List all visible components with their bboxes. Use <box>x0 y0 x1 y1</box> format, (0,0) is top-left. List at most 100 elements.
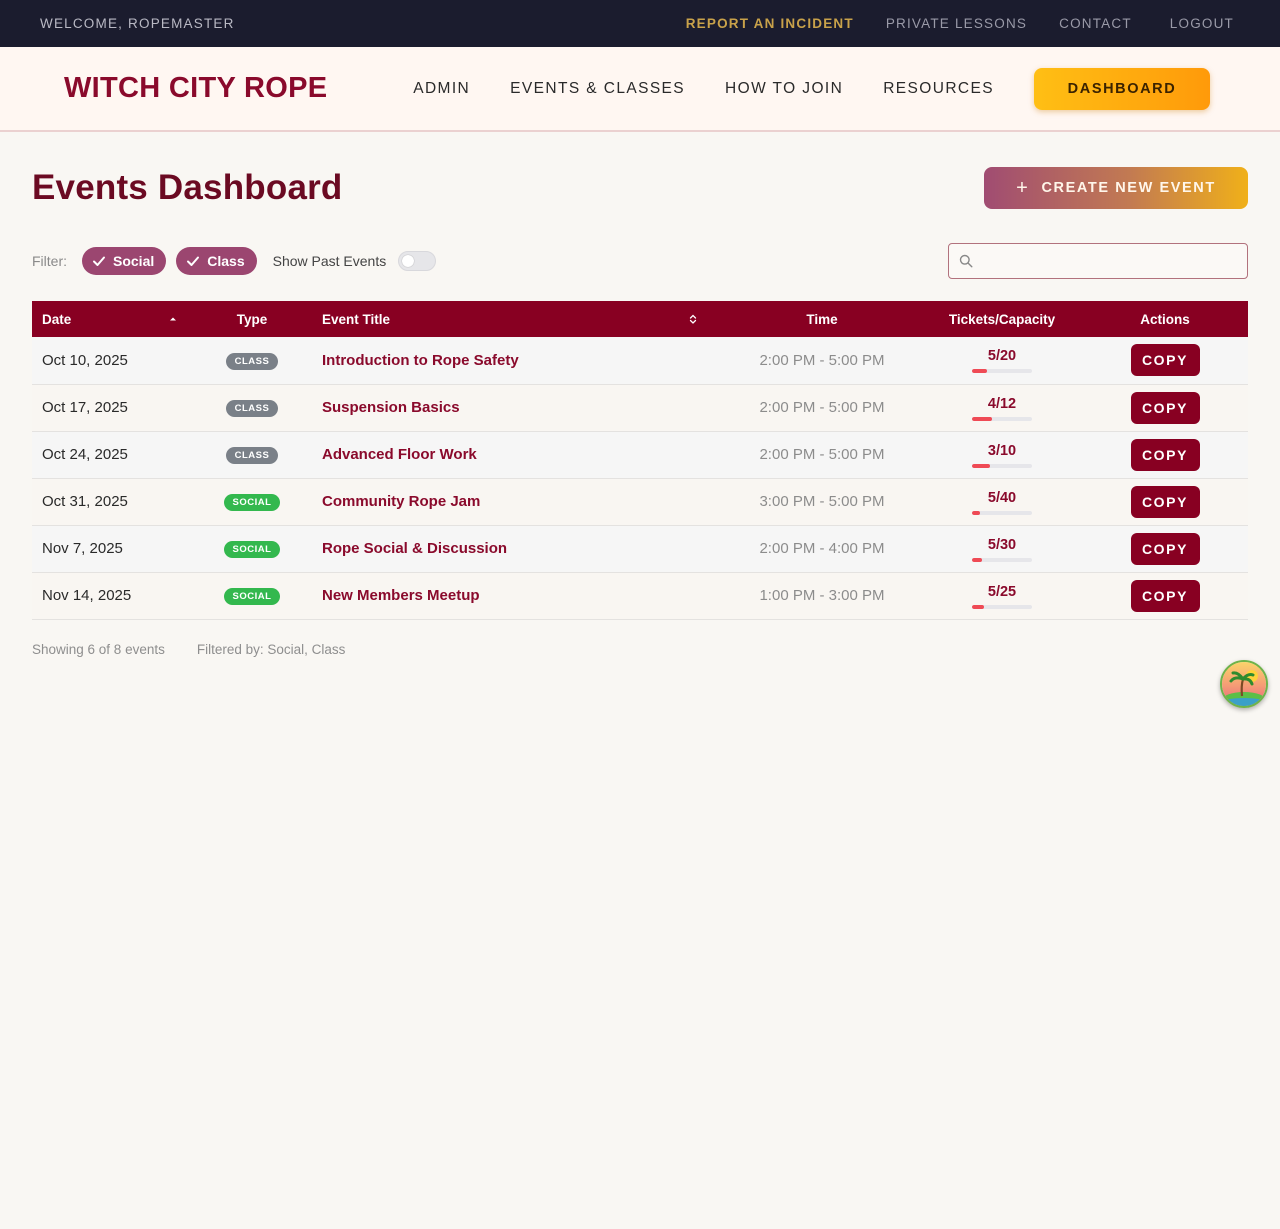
page-title: Events Dashboard <box>32 168 343 207</box>
event-date: Nov 14, 2025 <box>42 587 132 604</box>
filtered-by: Filtered by: Social, Class <box>196 641 346 657</box>
event-time: 2:00 PM - 5:00 PM <box>759 399 885 416</box>
column-header-type: Type <box>192 301 312 337</box>
logout-link[interactable]: LOGOUT <box>1170 16 1234 31</box>
capacity-bar <box>972 510 1032 515</box>
column-header-label: Event Title <box>322 311 391 327</box>
event-time: 1:00 PM - 3:00 PM <box>759 587 885 604</box>
table-row: Nov 14, 2025 SOCIAL New Members Meetup 1… <box>32 572 1248 619</box>
ticket-count: 4/12 <box>987 395 1017 412</box>
ticket-count: 5/20 <box>987 348 1017 365</box>
column-header-label: Type <box>236 311 268 327</box>
copy-event-button[interactable]: COPY <box>1130 391 1200 424</box>
copy-event-button[interactable]: COPY <box>1130 485 1200 518</box>
ticket-count: 5/30 <box>987 536 1017 553</box>
brand-logo[interactable]: WITCH CITY ROPE <box>64 72 413 105</box>
nav-menu: ADMIN EVENTS & CLASSES HOW TO JOIN RESOU… <box>413 67 1210 110</box>
sort-unsorted-icon[interactable] <box>688 313 698 325</box>
capacity-bar <box>972 369 1032 374</box>
table-row: Oct 31, 2025 SOCIAL Community Rope Jam 3… <box>32 478 1248 525</box>
filter-label: Filter: <box>32 253 67 269</box>
table-row: Oct 17, 2025 CLASS Suspension Basics 2:0… <box>32 384 1248 431</box>
column-header-label: Tickets/Capacity <box>948 311 1056 327</box>
nav-item-admin[interactable]: ADMIN <box>413 80 470 98</box>
copy-event-button[interactable]: COPY <box>1130 532 1200 565</box>
dashboard-button[interactable]: DASHBOARD <box>1034 67 1210 110</box>
contact-link[interactable]: CONTACT <box>1059 16 1132 31</box>
nav-item-how-to-join[interactable]: HOW TO JOIN <box>725 80 843 98</box>
create-new-event-button[interactable]: + CREATE NEW EVENT <box>984 167 1248 209</box>
filter-chip-label: Social <box>113 253 155 269</box>
showing-count: Showing 6 of 8 events <box>32 641 165 657</box>
event-title-link[interactable]: Rope Social & Discussion <box>322 540 507 557</box>
event-date: Oct 17, 2025 <box>42 399 128 416</box>
event-date: Nov 7, 2025 <box>42 540 123 557</box>
column-header-date[interactable]: Date <box>32 301 192 337</box>
report-incident-link[interactable]: REPORT AN INCIDENT <box>686 16 854 31</box>
copy-event-button[interactable]: COPY <box>1130 579 1200 612</box>
table-row: Oct 24, 2025 CLASS Advanced Floor Work 2… <box>32 431 1248 478</box>
table-header-row: Date Type Event Title Time Tickets/Capac… <box>32 301 1248 337</box>
type-badge: CLASS <box>225 352 279 370</box>
capacity-bar-fill <box>972 510 980 515</box>
tropical-island-icon <box>1222 662 1266 706</box>
page-content: Events Dashboard + CREATE NEW EVENT Filt… <box>0 166 1280 657</box>
nav-item-events-classes[interactable]: EVENTS & CLASSES <box>510 80 685 98</box>
column-header-actions: Actions <box>1082 301 1248 337</box>
event-time: 2:00 PM - 4:00 PM <box>759 540 885 557</box>
column-header-label: Date <box>42 311 72 327</box>
event-date: Oct 31, 2025 <box>42 493 128 510</box>
event-title-link[interactable]: Introduction to Rope Safety <box>322 352 519 369</box>
capacity-bar-fill <box>972 557 982 562</box>
main-nav: WITCH CITY ROPE ADMIN EVENTS & CLASSES H… <box>0 47 1280 132</box>
toggle-knob <box>402 255 415 267</box>
column-header-event-title[interactable]: Event Title <box>312 301 722 337</box>
filter-chip-class[interactable]: Class <box>176 247 257 275</box>
capacity-bar <box>972 463 1032 468</box>
search-input[interactable] <box>973 244 1247 278</box>
capacity-bar-fill <box>972 369 987 374</box>
event-date: Oct 24, 2025 <box>42 446 128 463</box>
type-badge: SOCIAL <box>223 588 281 605</box>
table-row: Nov 7, 2025 SOCIAL Rope Social & Discuss… <box>32 525 1248 572</box>
utility-links: REPORT AN INCIDENT PRIVATE LESSONS CONTA… <box>686 16 1240 31</box>
check-icon <box>93 256 105 266</box>
type-badge: SOCIAL <box>223 541 281 558</box>
events-table: Date Type Event Title Time Tickets/Capac… <box>32 301 1248 620</box>
column-header-tickets: Tickets/Capacity <box>922 301 1082 337</box>
welcome-message: WELCOME, ROPEMASTER <box>40 16 235 31</box>
type-badge: CLASS <box>225 400 279 417</box>
search-icon <box>959 254 973 268</box>
search-box[interactable] <box>948 243 1248 279</box>
show-past-events-label: Show Past Events <box>272 253 387 269</box>
filter-chip-social[interactable]: Social <box>82 247 167 275</box>
capacity-bar <box>972 604 1032 609</box>
capacity-bar <box>972 416 1032 421</box>
capacity-bar <box>972 557 1032 562</box>
event-time: 2:00 PM - 5:00 PM <box>759 351 885 369</box>
nav-item-resources[interactable]: RESOURCES <box>883 80 994 98</box>
event-title-link[interactable]: Suspension Basics <box>322 399 460 416</box>
column-header-label: Actions <box>1140 311 1190 327</box>
event-title-link[interactable]: Advanced Floor Work <box>322 446 477 463</box>
copy-event-button[interactable]: COPY <box>1130 438 1200 471</box>
table-row: Oct 10, 2025 CLASS Introduction to Rope … <box>32 337 1248 384</box>
event-title-link[interactable]: New Members Meetup <box>322 587 480 604</box>
capacity-bar-fill <box>972 463 990 468</box>
floating-widget-button[interactable] <box>1220 660 1268 708</box>
show-past-events-toggle[interactable] <box>398 251 437 271</box>
event-date: Oct 10, 2025 <box>42 351 128 369</box>
create-new-event-label: CREATE NEW EVENT <box>1041 180 1216 196</box>
private-lessons-link[interactable]: PRIVATE LESSONS <box>886 16 1027 31</box>
ticket-count: 3/10 <box>987 442 1017 459</box>
sort-ascending-icon[interactable] <box>168 313 178 325</box>
utility-bar: WELCOME, ROPEMASTER REPORT AN INCIDENT P… <box>0 0 1280 47</box>
ticket-count: 5/25 <box>987 583 1017 600</box>
events-table-body: Oct 10, 2025 CLASS Introduction to Rope … <box>32 337 1248 619</box>
event-title-link[interactable]: Community Rope Jam <box>322 493 480 510</box>
copy-event-button[interactable]: COPY <box>1130 344 1200 377</box>
event-time: 2:00 PM - 5:00 PM <box>759 446 885 463</box>
column-header-label: Time <box>806 311 838 327</box>
type-badge: CLASS <box>225 447 279 464</box>
check-icon <box>187 256 200 266</box>
